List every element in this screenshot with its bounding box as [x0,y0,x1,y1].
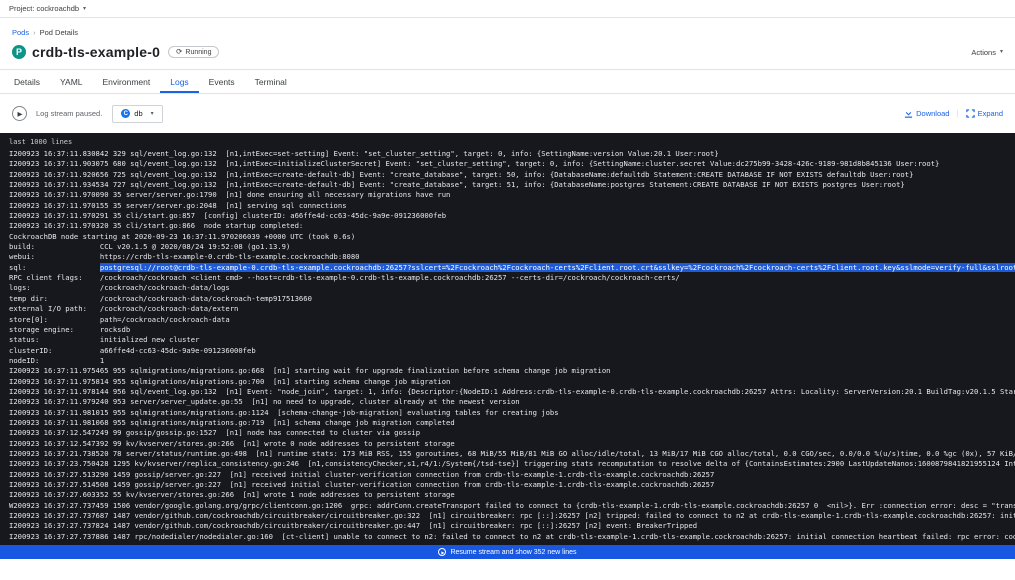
actions-button-label: Actions [971,48,996,57]
log-line: I200923 16:37:11.970155 35 server/server… [9,201,1006,211]
chevron-down-icon: ▾ [1000,49,1003,55]
log-line: I200923 16:37:27.514508 1459 gossip/serv… [9,480,1006,490]
log-line: store[0]: path=/cockroach/cockroach-data [9,315,1006,325]
log-panel[interactable]: last 1000 lines I200923 16:37:11.830842 … [0,133,1015,559]
tab-terminal[interactable]: Terminal [245,70,297,93]
stream-status-text: Log stream paused. [36,109,102,118]
log-line: I200923 16:37:11.970320 35 cli/start.go:… [9,221,1006,231]
download-icon [904,109,913,118]
log-line: I200923 16:37:27.603352 55 kv/kvserver/s… [9,490,1006,500]
tabbar: DetailsYAMLEnvironmentLogsEventsTerminal [0,69,1015,94]
breadcrumb-item[interactable]: Pods [12,28,29,37]
status-badge: ⟳ Running [168,46,219,59]
log-line: clusterID: a66ffe4d-cc63-45dc-9a9e-09123… [9,346,1006,356]
log-line: I200923 16:37:11.970291 35 cli/start.go:… [9,211,1006,221]
log-line: status: initialized new cluster [9,335,1006,345]
log-lines-count-header: last 1000 lines [0,133,1015,148]
log-line: I200923 16:37:12.547392 99 kv/kvserver/s… [9,439,1006,449]
log-toolbar: ▶ Log stream paused. C db ▾ Download | E… [0,94,1015,133]
breadcrumb: Pods › Pod Details [12,28,1003,37]
resume-stream-label: Resume stream and show 352 new lines [450,549,576,556]
log-line: I200923 16:37:11.970090 35 server/server… [9,190,1006,200]
container-selector-value: db [134,109,142,118]
play-icon: ▶ [18,110,23,118]
log-line: I200923 16:37:12.547249 99 gossip/gossip… [9,428,1006,438]
log-line: I200923 16:37:23.750428 1295 kv/kvserver… [9,459,1006,469]
log-line: I200923 16:37:11.978144 956 sql/event_lo… [9,387,1006,397]
tab-events[interactable]: Events [199,70,245,93]
expand-button[interactable]: Expand [966,109,1003,118]
download-button-label: Download [916,109,949,118]
container-icon: C [121,109,130,118]
log-line: logs: /cockroach/cockroach-data/logs [9,283,1006,293]
chevron-down-icon: ▾ [151,111,154,117]
pod-icon: P [12,45,26,59]
log-line: I200923 16:37:27.737886 1487 rpc/nodedia… [9,532,1006,542]
log-line: I200923 16:37:11.975465 955 sqlmigration… [9,366,1006,376]
log-line: CockroachDB node starting at 2020-09-23 … [9,232,1006,242]
container-selector[interactable]: C db ▾ [112,105,162,123]
log-line: I200923 16:37:27.513290 1459 gossip/serv… [9,470,1006,480]
resume-stream-button[interactable]: ▶ Resume stream and show 352 new lines [0,545,1015,559]
log-line: temp dir: /cockroach/cockroach-data/cock… [9,294,1006,304]
tab-yaml[interactable]: YAML [50,70,93,93]
log-line: I200923 16:37:11.981068 955 sqlmigration… [9,418,1006,428]
log-line: I200923 16:37:27.737687 1487 vendor/gith… [9,511,1006,521]
log-line-selected-text: postgresql://root@crdb-tls-example-0.crd… [100,263,1015,272]
sync-icon: ⟳ [176,48,182,56]
toolbar-separator: | [956,109,958,118]
download-button[interactable]: Download [904,109,949,118]
log-line: I200923 16:37:11.934534 727 sql/event_lo… [9,180,1006,190]
breadcrumb-item: Pod Details [40,28,78,37]
tab-details[interactable]: Details [4,70,50,93]
log-line: W200923 16:37:27.737459 1506 vendor/goog… [9,501,1006,511]
project-selector[interactable]: Project: cockroachdb ▾ [0,0,1015,18]
tab-environment[interactable]: Environment [93,70,161,93]
log-line: I200923 16:37:27.737824 1487 vendor/gith… [9,521,1006,531]
toolbar-right: Download | Expand [904,109,1003,118]
log-line: I200923 16:37:11.975814 955 sqlmigration… [9,377,1006,387]
log-line: I200923 16:37:11.830842 329 sql/event_lo… [9,149,1006,159]
log-line: RPC client flags: /cockroach/cockroach <… [9,273,1006,283]
status-badge-label: Running [185,49,211,56]
log-line: storage engine: rocksdb [9,325,1006,335]
breadcrumb-separator-icon: › [33,28,36,37]
log-line: I200923 16:37:11.979240 953 server/serve… [9,397,1006,407]
actions-button[interactable]: Actions ▾ [971,48,1003,57]
resume-play-icon: ▶ [438,548,446,556]
log-line: build: CCL v20.1.5 @ 2020/08/24 19:52:08… [9,242,1006,252]
tab-logs[interactable]: Logs [160,70,198,93]
expand-button-label: Expand [978,109,1003,118]
log-line: external I/O path: /cockroach/cockroach-… [9,304,1006,314]
log-line: nodeID: 1 [9,356,1006,366]
project-selector-label: Project: cockroachdb [9,4,79,13]
page-title: crdb-tls-example-0 [32,44,160,60]
log-line: I200923 16:37:21.738520 78 server/status… [9,449,1006,459]
log-line: sql: postgresql://root@crdb-tls-example-… [9,263,1006,273]
page-header: Pods › Pod Details P crdb-tls-example-0 ⟳ … [0,28,1015,60]
log-line: webui: https://crdb-tls-example-0.crdb-t… [9,252,1006,262]
log-line: I200923 16:37:11.903075 680 sql/event_lo… [9,159,1006,169]
log-lines: I200923 16:37:11.830842 329 sql/event_lo… [0,148,1015,542]
title-row: P crdb-tls-example-0 ⟳ Running Actions ▾ [12,44,1003,60]
log-line: I200923 16:37:11.981015 955 sqlmigration… [9,408,1006,418]
expand-icon [966,109,975,118]
chevron-down-icon: ▾ [83,6,86,12]
play-button[interactable]: ▶ [12,106,27,121]
log-line: I200923 16:37:11.920656 725 sql/event_lo… [9,170,1006,180]
